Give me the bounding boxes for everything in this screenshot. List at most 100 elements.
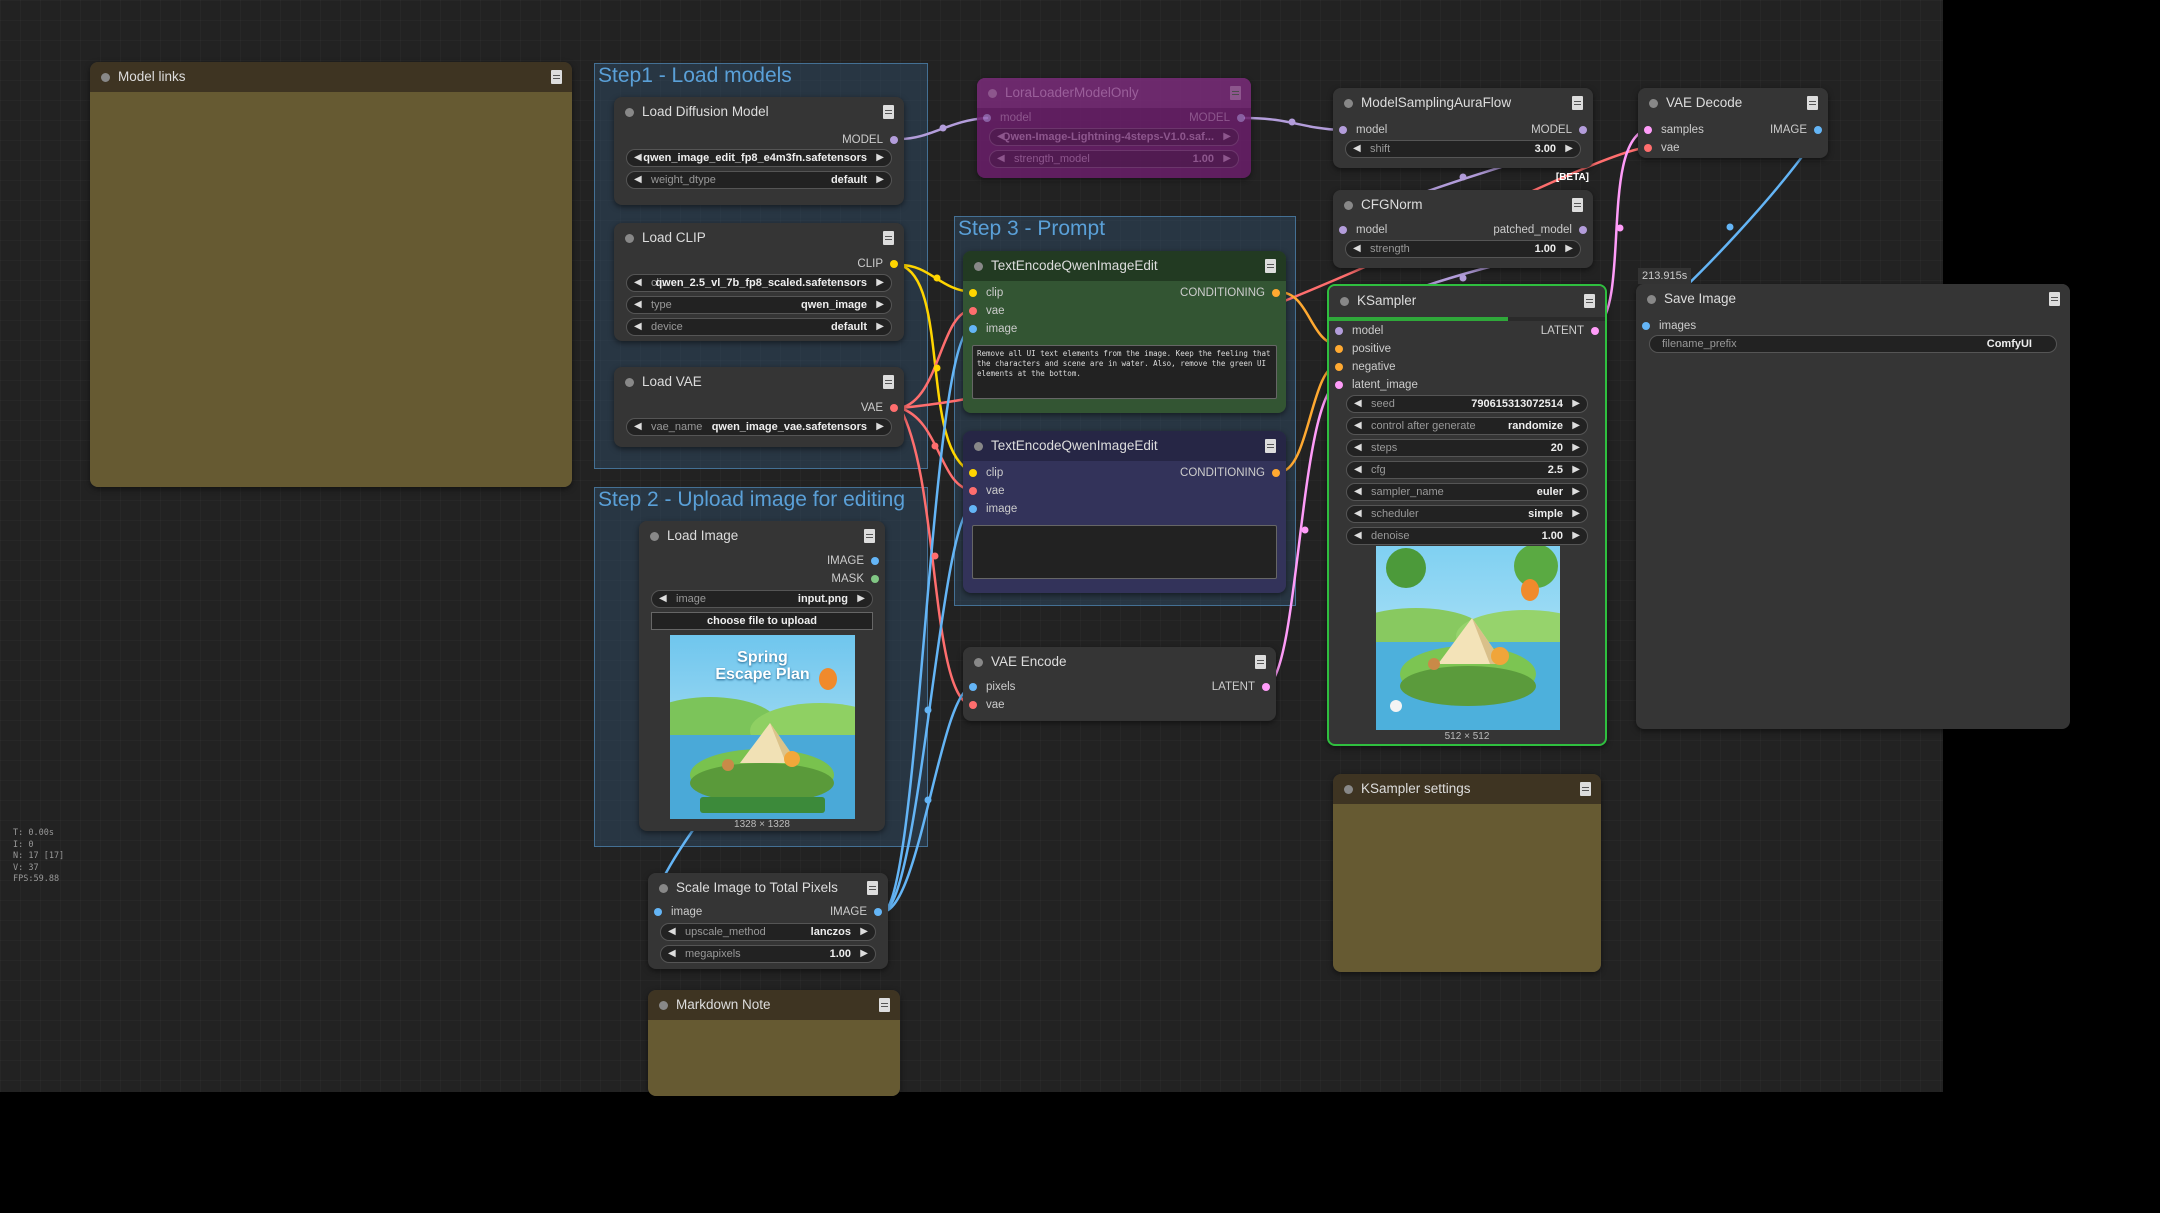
slot-dot-icon[interactable] <box>654 908 662 916</box>
arrow-left-icon[interactable]: ◀ <box>634 319 642 335</box>
slot-dot-icon[interactable] <box>1591 327 1599 335</box>
note-icon[interactable] <box>864 529 875 543</box>
filename-prefix-text[interactable]: filename_prefix ComfyUI <box>1649 335 2057 353</box>
cfg-number[interactable]: ◀ cfg 2.5 ▶ <box>1346 461 1588 479</box>
arrow-left-icon[interactable]: ◀ <box>634 150 642 166</box>
node-cfgnorm[interactable]: CFGNorm model patched_model ◀ strength 1.0… <box>1333 190 1593 268</box>
arrow-left-icon[interactable]: ◀ <box>1354 528 1362 544</box>
output-model[interactable]: MODEL <box>842 133 898 147</box>
prompt-textarea[interactable]: Remove all UI text elements from the ima… <box>972 345 1277 399</box>
input-model[interactable]: model <box>1339 223 1387 237</box>
arrow-left-icon[interactable]: ◀ <box>1354 462 1362 478</box>
note-body[interactable] <box>648 1020 900 1096</box>
note-icon[interactable] <box>867 881 878 895</box>
slot-dot-icon[interactable] <box>1272 469 1280 477</box>
arrow-right-icon[interactable]: ▶ <box>1572 418 1580 434</box>
arrow-left-icon[interactable]: ◀ <box>1353 241 1361 257</box>
collapse-dot-icon[interactable] <box>625 234 634 243</box>
note-icon[interactable] <box>551 70 562 84</box>
prompt-textarea[interactable] <box>972 525 1277 579</box>
input-vae[interactable]: vae <box>969 304 1005 318</box>
arrow-left-icon[interactable]: ◀ <box>1354 418 1362 434</box>
note-icon[interactable] <box>1807 96 1818 110</box>
arrow-right-icon[interactable]: ▶ <box>1565 141 1573 157</box>
node-title[interactable]: KSampler <box>1329 286 1605 316</box>
collapse-dot-icon[interactable] <box>101 73 110 82</box>
collapse-dot-icon[interactable] <box>625 378 634 387</box>
input-image[interactable]: image <box>969 502 1017 516</box>
note-icon[interactable] <box>1572 96 1583 110</box>
arrow-right-icon[interactable]: ▶ <box>1565 241 1573 257</box>
collapse-dot-icon[interactable] <box>1649 99 1658 108</box>
output-image[interactable]: IMAGE <box>827 554 879 568</box>
node-text-encode-negative[interactable]: TextEncodeQwenImageEdit clip vae image C… <box>963 431 1286 593</box>
arrow-right-icon[interactable]: ▶ <box>876 150 884 166</box>
slot-dot-icon[interactable] <box>1262 683 1270 691</box>
arrow-right-icon[interactable]: ▶ <box>876 172 884 188</box>
input-images[interactable]: images <box>1642 319 1696 333</box>
slot-dot-icon[interactable] <box>1644 126 1652 134</box>
slot-dot-icon[interactable] <box>1644 144 1652 152</box>
note-icon[interactable] <box>1572 198 1583 212</box>
arrow-right-icon[interactable]: ▶ <box>876 319 884 335</box>
slot-dot-icon[interactable] <box>969 683 977 691</box>
node-model-sampling-auraflow[interactable]: ModelSamplingAuraFlow model MODEL ◀ shift… <box>1333 88 1593 183</box>
arrow-right-icon[interactable]: ▶ <box>860 924 868 940</box>
node-title[interactable]: CFGNorm <box>1333 190 1593 220</box>
node-title[interactable]: Load Diffusion Model <box>614 97 904 127</box>
denoise-number[interactable]: ◀ denoise 1.00 ▶ <box>1346 527 1588 545</box>
collapse-dot-icon[interactable] <box>659 884 668 893</box>
node-title[interactable]: TextEncodeQwenImageEdit <box>963 431 1286 461</box>
node-title[interactable]: Model links <box>90 62 572 92</box>
node-title[interactable]: VAE Encode <box>963 647 1276 677</box>
node-text-encode-positive[interactable]: TextEncodeQwenImageEdit clip vae image C… <box>963 251 1286 413</box>
input-positive[interactable]: positive <box>1335 342 1391 356</box>
node-title[interactable]: Load Image <box>639 521 885 551</box>
input-model[interactable]: model <box>983 111 1031 125</box>
collapse-dot-icon[interactable] <box>1344 99 1353 108</box>
input-samples[interactable]: samples <box>1644 123 1704 137</box>
input-image[interactable]: image <box>969 322 1017 336</box>
arrow-left-icon[interactable]: ◀ <box>634 275 642 291</box>
collapse-dot-icon[interactable] <box>1344 785 1353 794</box>
slot-dot-icon[interactable] <box>983 114 991 122</box>
note-icon[interactable] <box>1580 782 1591 796</box>
output-latent[interactable]: LATENT <box>1212 680 1270 694</box>
node-title[interactable]: Scale Image to Total Pixels <box>648 873 888 903</box>
note-markdown[interactable]: Markdown Note <box>648 990 900 1096</box>
note-icon[interactable] <box>2049 292 2060 306</box>
note-icon[interactable] <box>1255 655 1266 669</box>
slot-dot-icon[interactable] <box>1335 345 1343 353</box>
input-model[interactable]: model <box>1335 324 1383 338</box>
slot-dot-icon[interactable] <box>969 325 977 333</box>
arrow-right-icon[interactable]: ▶ <box>876 297 884 313</box>
slot-dot-icon[interactable] <box>969 701 977 709</box>
arrow-right-icon[interactable]: ▶ <box>1223 129 1231 145</box>
node-title[interactable]: Save Image <box>1636 284 2070 314</box>
slot-dot-icon[interactable] <box>1335 363 1343 371</box>
choose-file-button[interactable]: choose file to upload <box>651 612 873 630</box>
collapse-dot-icon[interactable] <box>650 532 659 541</box>
node-title[interactable]: VAE Decode <box>1638 88 1828 118</box>
arrow-right-icon[interactable]: ▶ <box>1572 440 1580 456</box>
shift-number[interactable]: ◀ shift 3.00 ▶ <box>1345 140 1581 158</box>
collapse-dot-icon[interactable] <box>1647 295 1656 304</box>
input-clip[interactable]: clip <box>969 466 1003 480</box>
arrow-left-icon[interactable]: ◀ <box>634 172 642 188</box>
output-conditioning[interactable]: CONDITIONING <box>1180 466 1280 480</box>
node-scale-image[interactable]: Scale Image to Total Pixels image IMAGE … <box>648 873 888 969</box>
arrow-right-icon[interactable]: ▶ <box>1572 462 1580 478</box>
arrow-right-icon[interactable]: ▶ <box>1572 396 1580 412</box>
weight-dtype-combo[interactable]: ◀ weight_dtype default ▶ <box>626 171 892 189</box>
image-combo[interactable]: ◀ image input.png ▶ <box>651 590 873 608</box>
arrow-right-icon[interactable]: ▶ <box>876 275 884 291</box>
arrow-right-icon[interactable]: ▶ <box>1572 506 1580 522</box>
collapse-dot-icon[interactable] <box>974 442 983 451</box>
input-vae[interactable]: vae <box>969 484 1005 498</box>
node-load-clip[interactable]: Load CLIP CLIP ◀ cli... qwen_2.5_vl_7b_fp8… <box>614 223 904 341</box>
slot-dot-icon[interactable] <box>1237 114 1245 122</box>
scheduler-combo[interactable]: ◀ scheduler simple ▶ <box>1346 505 1588 523</box>
slot-dot-icon[interactable] <box>890 136 898 144</box>
input-vae[interactable]: vae <box>969 698 1005 712</box>
arrow-left-icon[interactable]: ◀ <box>1354 484 1362 500</box>
